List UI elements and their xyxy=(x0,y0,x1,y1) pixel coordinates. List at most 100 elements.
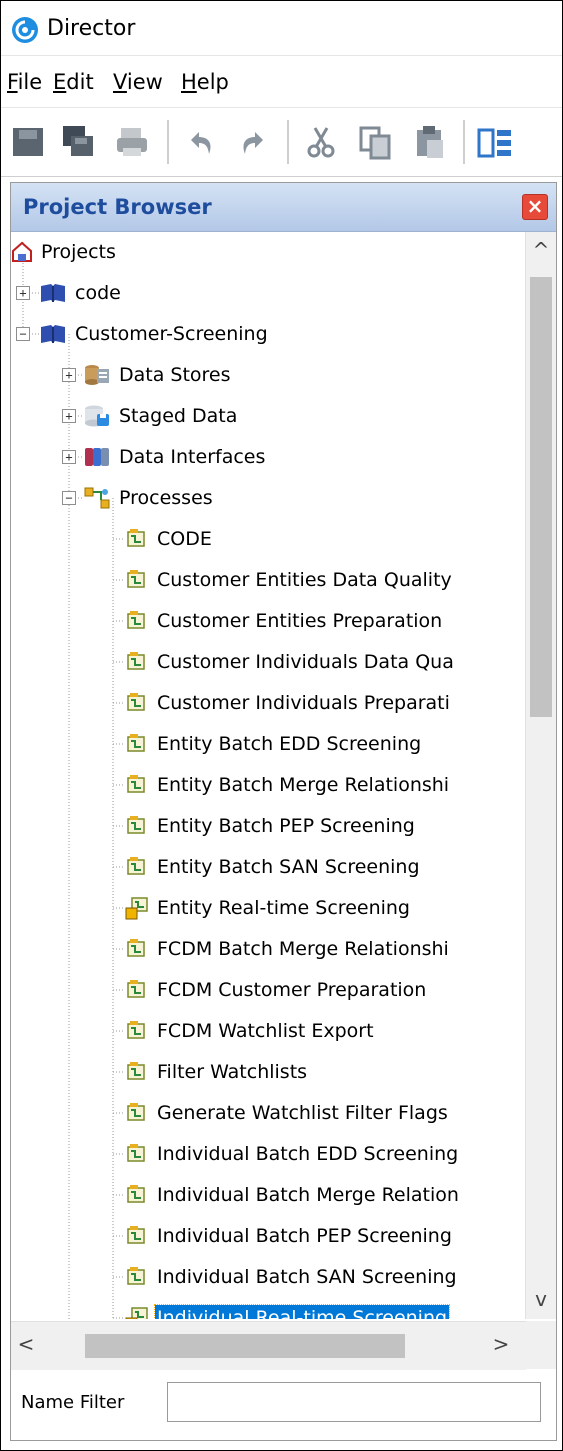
tree-item[interactable]: code xyxy=(39,273,123,313)
process-icon xyxy=(125,1101,149,1125)
paste-icon[interactable] xyxy=(409,122,449,162)
project-browser-panel: Project Browser × Projects + code − Customer… xyxy=(10,182,557,1372)
process-icon xyxy=(125,1060,149,1084)
save-all-icon[interactable] xyxy=(59,122,99,162)
staged-data-icon xyxy=(83,404,111,428)
tree-item[interactable]: Entity Batch SAN Screening xyxy=(125,847,422,887)
print-icon[interactable] xyxy=(113,122,153,162)
processes-icon xyxy=(83,486,111,510)
tree-item[interactable]: Entity Batch PEP Screening xyxy=(125,806,417,846)
tree-item[interactable]: FCDM Customer Preparation xyxy=(125,970,428,1010)
tree-item[interactable]: Customer Entities Preparation xyxy=(125,601,444,641)
tree-item-label: code xyxy=(75,282,121,304)
process-icon xyxy=(125,855,149,879)
tree-item-label: Filter Watchlists xyxy=(157,1061,308,1083)
scroll-left-icon[interactable]: < xyxy=(11,1332,41,1356)
process-icon xyxy=(125,1183,149,1207)
tree-item[interactable]: Data Interfaces xyxy=(83,437,267,477)
tree-item[interactable]: Entity Batch Merge Relationshi xyxy=(125,765,451,805)
copy-icon[interactable] xyxy=(355,122,395,162)
tree-item[interactable]: FCDM Watchlist Export xyxy=(125,1011,376,1051)
process-icon xyxy=(125,691,149,715)
project-browser-header: Project Browser × xyxy=(11,183,556,232)
expand-icon[interactable]: + xyxy=(62,450,76,464)
process-icon xyxy=(125,650,149,674)
window-title: Director xyxy=(47,16,136,41)
redo-icon[interactable] xyxy=(233,122,273,162)
name-filter-bar: Name Filter xyxy=(10,1370,557,1441)
process-icon xyxy=(125,1019,149,1043)
collapse-icon[interactable]: − xyxy=(16,327,30,341)
tree-item[interactable]: Customer Individuals Preparati xyxy=(125,683,452,723)
tree-item-label: Customer-Screening xyxy=(75,323,268,345)
tree-item-label: Entity Real-time Screening xyxy=(157,897,410,919)
tree-item-label: Projects xyxy=(41,241,116,263)
scroll-up-icon[interactable]: ^ xyxy=(526,238,556,262)
process-icon xyxy=(125,527,149,551)
tree-item[interactable]: Generate Watchlist Filter Flags xyxy=(125,1093,450,1133)
cut-icon[interactable] xyxy=(301,122,341,162)
toolbar-separator xyxy=(287,120,289,164)
tree-item[interactable]: Individual Batch Merge Relation xyxy=(125,1175,461,1215)
expand-icon[interactable]: + xyxy=(62,409,76,423)
name-filter-label: Name Filter xyxy=(21,1392,125,1413)
process-icon xyxy=(125,1142,149,1166)
tree-item-label: FCDM Batch Merge Relationshi xyxy=(157,938,449,960)
name-filter-input[interactable] xyxy=(167,1382,541,1422)
tree-item[interactable]: CODE xyxy=(125,519,214,559)
tree-item-label: Processes xyxy=(119,487,213,509)
process-icon xyxy=(125,568,149,592)
tree-item[interactable]: Entity Batch EDD Screening xyxy=(125,724,423,764)
tree-item[interactable]: Individual Batch PEP Screening xyxy=(125,1216,454,1256)
horizontal-scrollbar[interactable]: < > xyxy=(11,1321,526,1370)
tree-item-label: Individual Batch SAN Screening xyxy=(157,1266,457,1288)
tree-item[interactable]: Customer Entities Data Quality xyxy=(125,560,454,600)
tree-item[interactable]: Customer-Screening xyxy=(39,314,270,354)
layout-icon[interactable] xyxy=(475,122,515,162)
process-icon xyxy=(125,732,149,756)
tree-item[interactable]: Data Stores xyxy=(83,355,233,395)
undo-icon[interactable] xyxy=(181,122,221,162)
tree-item-label: FCDM Watchlist Export xyxy=(157,1020,374,1042)
expand-icon[interactable]: + xyxy=(16,286,30,300)
project-tree[interactable]: Projects + code − Customer-Screening + Data St… xyxy=(11,232,526,1319)
menu-edit[interactable]: Edit xyxy=(53,68,94,96)
expand-icon[interactable]: + xyxy=(62,368,76,382)
tree-item[interactable]: Customer Individuals Data Qua xyxy=(125,642,456,682)
title-bar: Director xyxy=(1,1,562,55)
tree-item[interactable]: Projects xyxy=(11,232,118,272)
tree-item-label: Customer Entities Preparation xyxy=(157,610,443,632)
menu-help[interactable]: Help xyxy=(181,68,229,96)
menu-view[interactable]: View xyxy=(113,68,163,96)
tree-item[interactable]: FCDM Batch Merge Relationshi xyxy=(125,929,451,969)
tree-item[interactable]: Individual Batch SAN Screening xyxy=(125,1257,459,1297)
tree-item[interactable]: Processes xyxy=(83,478,215,518)
save-icon[interactable] xyxy=(9,122,49,162)
panel-title: Project Browser xyxy=(23,195,212,219)
tree-item-label: Data Interfaces xyxy=(119,446,266,468)
tree-item-label: Entity Batch EDD Screening xyxy=(157,733,422,755)
tree-item[interactable]: Filter Watchlists xyxy=(125,1052,309,1092)
collapse-icon[interactable]: − xyxy=(62,491,76,505)
tree-item-label: Individual Batch Merge Relation xyxy=(157,1184,459,1206)
tree-item-label: Entity Batch PEP Screening xyxy=(157,815,415,837)
scroll-down-icon[interactable]: v xyxy=(526,1287,556,1311)
tree-item[interactable]: Individual Real-time Screening xyxy=(125,1298,451,1319)
close-panel-button[interactable]: × xyxy=(522,194,548,220)
tree-item-label: Customer Entities Data Quality xyxy=(157,569,452,591)
scroll-right-icon[interactable]: > xyxy=(486,1332,516,1356)
vertical-scroll-thumb[interactable] xyxy=(530,277,552,717)
tree-item-label: Individual Batch PEP Screening xyxy=(157,1225,452,1247)
project-book-icon xyxy=(39,323,67,345)
process-icon xyxy=(125,978,149,1002)
horizontal-scroll-thumb[interactable] xyxy=(85,1334,405,1358)
tree-item[interactable]: Individual Batch EDD Screening xyxy=(125,1134,460,1174)
tree-item-label: CODE xyxy=(157,528,212,550)
tree-item[interactable]: Staged Data xyxy=(83,396,239,436)
tree-item[interactable]: Entity Real-time Screening xyxy=(125,888,412,928)
menu-file[interactable]: File xyxy=(7,68,42,96)
tree-item-label: Individual Batch EDD Screening xyxy=(157,1143,459,1165)
realtime-process-icon xyxy=(125,896,149,920)
toolbar-separator xyxy=(167,120,169,164)
vertical-scrollbar[interactable]: ^ v xyxy=(525,232,556,1319)
